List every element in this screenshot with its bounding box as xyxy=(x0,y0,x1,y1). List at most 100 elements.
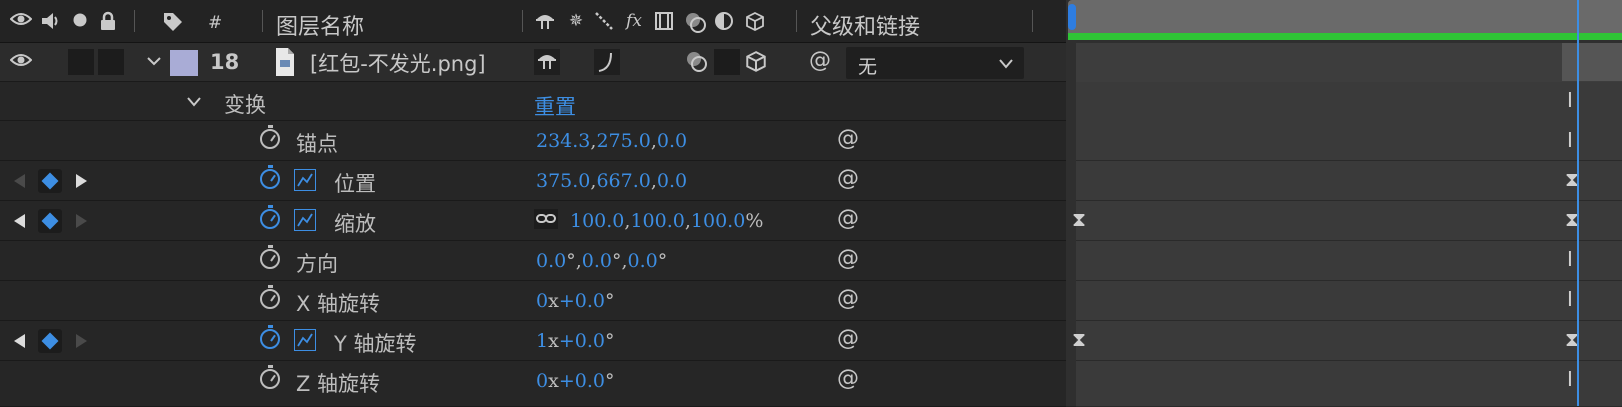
keyframe-marker-icon[interactable]: I xyxy=(1567,369,1573,389)
value-x[interactable]: 234.3 xyxy=(536,130,590,152)
rotation-turns[interactable]: 0 xyxy=(536,370,548,392)
adjustment-switch[interactable] xyxy=(714,49,740,75)
quality-switch[interactable] xyxy=(594,49,620,75)
speaker-icon[interactable] xyxy=(40,11,60,31)
keyframe-marker-icon[interactable]: I xyxy=(1567,90,1573,110)
solo-checkbox[interactable] xyxy=(68,49,94,75)
motion-blur-icon[interactable] xyxy=(684,11,706,33)
layer-name-header[interactable]: 图层名称 xyxy=(276,9,364,41)
chevron-down-icon[interactable] xyxy=(186,94,202,113)
property-value[interactable]: 1x+0.0° xyxy=(536,330,614,352)
property-value[interactable]: 100.0,100.0,100.0% xyxy=(570,210,763,232)
timeline-track-x-rotation[interactable] xyxy=(1076,281,1622,321)
layer-duration-bar[interactable] xyxy=(1068,33,1622,40)
value-y[interactable]: 275.0 xyxy=(596,130,650,152)
value-z[interactable]: 0.0 xyxy=(657,130,687,152)
keyframe-marker-icon[interactable]: I xyxy=(1567,289,1573,309)
lock-icon[interactable] xyxy=(98,11,118,31)
layer-name[interactable]: [红包-不发光.png] xyxy=(310,48,486,78)
collapse-transform-icon[interactable]: ✵ xyxy=(566,11,586,31)
property-value[interactable]: 0.0°,0.0°,0.0° xyxy=(536,250,667,272)
property-row-orientation[interactable]: 方向 0.0°,0.0°,0.0° @ xyxy=(0,241,1066,281)
pick-whip-icon[interactable]: @ xyxy=(836,207,860,231)
rotation-angle[interactable]: +0.0 xyxy=(559,290,605,312)
parent-link-header[interactable]: 父级和链接 xyxy=(810,9,920,41)
transform-group-row[interactable]: 变换 重置 xyxy=(0,82,1066,121)
layer-row[interactable]: 18 [红包-不发光.png] @ 无 xyxy=(0,43,1066,82)
quality-icon[interactable] xyxy=(594,11,614,31)
value-x[interactable]: 375.0 xyxy=(536,170,590,192)
timeline-track-z-rotation[interactable] xyxy=(1076,361,1622,407)
layer-bar-end[interactable] xyxy=(1562,43,1622,81)
stopwatch-icon[interactable] xyxy=(260,325,280,349)
3d-layer-icon[interactable] xyxy=(744,50,768,78)
adjustment-layer-icon[interactable] xyxy=(714,11,734,31)
shy-icon[interactable] xyxy=(534,11,554,31)
eye-icon[interactable] xyxy=(9,52,33,72)
pick-whip-icon[interactable]: @ xyxy=(836,127,860,151)
constrain-proportions-icon[interactable] xyxy=(534,209,558,229)
solo-icon[interactable] xyxy=(70,11,90,31)
value-x[interactable]: 100.0 xyxy=(570,210,624,232)
value-y[interactable]: 667.0 xyxy=(596,170,650,192)
stopwatch-icon[interactable] xyxy=(260,365,280,389)
current-time-indicator[interactable] xyxy=(1577,0,1579,406)
value-y[interactable]: 0.0 xyxy=(582,250,612,272)
frame-blending-icon[interactable] xyxy=(654,11,674,31)
graph-icon[interactable] xyxy=(294,329,316,351)
motion-blur-icon[interactable] xyxy=(684,49,710,79)
work-area-start-handle[interactable] xyxy=(1068,4,1076,30)
eye-icon[interactable] xyxy=(9,11,33,31)
prev-keyframe-icon[interactable] xyxy=(14,214,25,228)
layer-label-color[interactable] xyxy=(170,50,198,76)
parent-select[interactable]: 无 xyxy=(846,47,1024,79)
graph-icon[interactable] xyxy=(294,169,316,191)
timeline-track-orientation[interactable] xyxy=(1076,241,1622,281)
effects-icon[interactable]: fx xyxy=(624,11,644,31)
shy-switch[interactable] xyxy=(534,49,560,75)
value-z[interactable]: 0.0 xyxy=(657,170,687,192)
graph-icon[interactable] xyxy=(294,209,316,231)
timeline-track-position[interactable] xyxy=(1076,161,1622,201)
pick-whip-icon[interactable]: @ xyxy=(836,367,860,391)
prev-keyframe-icon[interactable] xyxy=(14,334,25,348)
keyframe-hourglass-icon[interactable]: ⧗ xyxy=(1072,209,1086,229)
timeline-track-transform[interactable] xyxy=(1076,82,1622,122)
property-value[interactable]: 234.3,275.0,0.0 xyxy=(536,130,687,152)
property-row-position[interactable]: 位置 375.0,667.0,0.0 @ xyxy=(0,161,1066,201)
property-value[interactable]: 375.0,667.0,0.0 xyxy=(536,170,687,192)
keyframe-marker-icon[interactable]: I xyxy=(1567,249,1573,269)
next-keyframe-icon[interactable] xyxy=(76,214,87,228)
next-keyframe-icon[interactable] xyxy=(76,334,87,348)
property-row-scale[interactable]: 缩放 100.0,100.0,100.0% @ xyxy=(0,201,1066,241)
chevron-down-icon[interactable] xyxy=(146,53,162,73)
stopwatch-icon[interactable] xyxy=(260,245,280,269)
rotation-turns[interactable]: 0 xyxy=(536,290,548,312)
stopwatch-icon[interactable] xyxy=(260,205,280,229)
pick-whip-icon[interactable]: @ xyxy=(808,49,832,73)
property-value[interactable]: 0x+0.0° xyxy=(536,290,614,312)
pick-whip-icon[interactable]: @ xyxy=(836,287,860,311)
lock-checkbox[interactable] xyxy=(98,49,124,75)
value-z[interactable]: 100.0 xyxy=(691,210,745,232)
property-row-y-rotation[interactable]: Y 轴旋转 1x+0.0° @ xyxy=(0,321,1066,361)
timeline-track-anchor[interactable] xyxy=(1076,121,1622,161)
keyframe-hourglass-icon[interactable]: ⧗ xyxy=(1072,329,1086,349)
rotation-angle[interactable]: +0.0 xyxy=(559,370,605,392)
work-area-bar[interactable] xyxy=(1068,0,1622,33)
timeline-track-y-rotation[interactable] xyxy=(1076,321,1622,361)
value-y[interactable]: 100.0 xyxy=(630,210,684,232)
value-z[interactable]: 0.0 xyxy=(628,250,658,272)
reset-link[interactable]: 重置 xyxy=(534,91,576,121)
rotation-turns[interactable]: 1 xyxy=(536,330,548,352)
value-x[interactable]: 0.0 xyxy=(536,250,566,272)
timeline-track-layer[interactable] xyxy=(1076,43,1622,83)
stopwatch-icon[interactable] xyxy=(260,125,280,149)
property-row-x-rotation[interactable]: X 轴旋转 0x+0.0° @ xyxy=(0,281,1066,321)
rotation-angle[interactable]: +0.0 xyxy=(559,330,605,352)
tag-icon[interactable] xyxy=(162,11,182,31)
next-keyframe-icon[interactable] xyxy=(76,174,87,188)
property-row-anchor-point[interactable]: 锚点 234.3,275.0,0.0 @ xyxy=(0,121,1066,161)
pick-whip-icon[interactable]: @ xyxy=(836,327,860,351)
pick-whip-icon[interactable]: @ xyxy=(836,167,860,191)
